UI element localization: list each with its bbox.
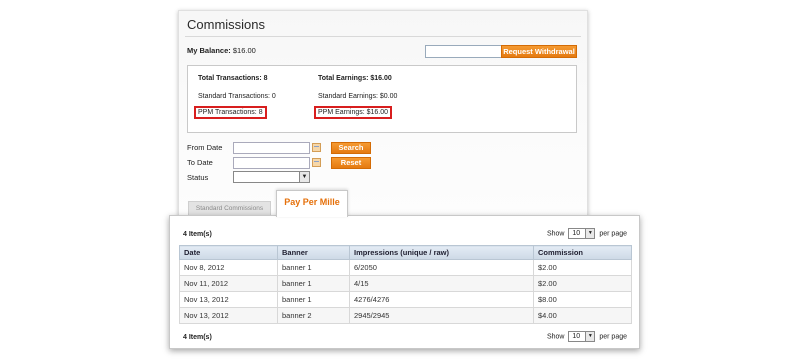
total-earnings: Total Earnings: $16.00 (318, 75, 392, 82)
total-transactions: Total Transactions: 8 (198, 75, 268, 82)
cell-banner: banner 2 (277, 307, 350, 324)
column-header-impressions[interactable]: Impressions (unique / raw) (349, 245, 534, 260)
cell-banner: banner 1 (277, 259, 350, 276)
commissions-table: Date Banner Impressions (unique / raw) C… (179, 245, 632, 324)
table-row: Nov 11, 2012 banner 1 4/15 $2.00 (179, 275, 632, 292)
status-select[interactable]: ▼ (233, 171, 310, 183)
request-withdrawal-button[interactable]: Request Withdrawal (501, 45, 577, 58)
balance-line: My Balance: $16.00 (187, 46, 256, 55)
per-page-select[interactable]: 10 ▼ (568, 331, 596, 342)
tab-standard-commissions[interactable]: Standard Commissions (188, 201, 271, 216)
per-page-label: per page (599, 333, 627, 341)
chevron-down-icon[interactable]: ▼ (585, 229, 595, 238)
ppm-grid-panel: 4 Item(s) Show 10 ▼ per page Date Banner… (169, 215, 640, 349)
to-date-label: To Date (187, 158, 213, 167)
reset-button[interactable]: Reset (331, 157, 371, 169)
commissions-panel: Commissions My Balance: $16.00 Request W… (178, 10, 588, 216)
cell-commission: $8.00 (533, 291, 632, 308)
item-count-top: 4 Item(s) (183, 231, 212, 238)
cell-impressions: 2945/2945 (349, 307, 534, 324)
table-header-row: Date Banner Impressions (unique / raw) C… (179, 245, 632, 260)
table-row: Nov 8, 2012 banner 1 6/2050 $2.00 (179, 259, 632, 276)
table-row: Nov 13, 2012 banner 2 2945/2945 $4.00 (179, 307, 632, 324)
show-label: Show (546, 333, 565, 341)
chevron-down-icon[interactable]: ▼ (585, 332, 595, 341)
cell-date: Nov 11, 2012 (179, 275, 278, 292)
cell-impressions: 4/15 (349, 275, 534, 292)
ppm-transactions: PPM Transactions: 8 (194, 106, 267, 119)
standard-transactions: Standard Transactions: 0 (198, 93, 276, 100)
tab-pay-per-mille[interactable]: Pay Per Mille (276, 190, 348, 217)
column-header-date[interactable]: Date (179, 245, 278, 260)
per-page-select[interactable]: 10 ▼ (568, 228, 596, 239)
column-header-commission[interactable]: Commission (533, 245, 632, 260)
cell-commission: $2.00 (533, 275, 632, 292)
search-button[interactable]: Search (331, 142, 371, 154)
from-date-input[interactable] (233, 142, 310, 154)
cell-commission: $2.00 (533, 259, 632, 276)
cell-impressions: 4276/4276 (349, 291, 534, 308)
cell-date: Nov 13, 2012 (179, 307, 278, 324)
calendar-icon[interactable] (312, 143, 321, 152)
status-label: Status (187, 173, 209, 182)
pager-bottom: Show 10 ▼ per page (547, 331, 627, 342)
balance-value: $16.00 (232, 46, 256, 55)
calendar-icon[interactable] (312, 158, 321, 167)
per-page-label: per page (599, 230, 627, 238)
to-date-input[interactable] (233, 157, 310, 169)
show-label: Show (546, 230, 565, 238)
cell-date: Nov 13, 2012 (179, 291, 278, 308)
standard-earnings: Standard Earnings: $0.00 (318, 93, 398, 100)
withdraw-amount-input[interactable] (425, 45, 503, 58)
title-divider (185, 36, 581, 37)
column-header-banner[interactable]: Banner (277, 245, 350, 260)
cell-impressions: 6/2050 (349, 259, 534, 276)
ppm-earnings: PPM Earnings: $16.00 (314, 106, 393, 119)
summary-box: Total Transactions: 8 Standard Transacti… (187, 65, 577, 133)
chevron-down-icon[interactable]: ▼ (299, 172, 309, 182)
cell-banner: banner 1 (277, 275, 350, 292)
cell-commission: $4.00 (533, 307, 632, 324)
page-title: Commissions (187, 17, 266, 32)
pager-top: Show 10 ▼ per page (547, 228, 627, 239)
balance-label: My Balance: (187, 46, 231, 55)
per-page-value: 10 (572, 230, 581, 237)
from-date-label: From Date (187, 143, 223, 152)
cell-date: Nov 8, 2012 (179, 259, 278, 276)
item-count-bottom: 4 Item(s) (183, 334, 212, 341)
cell-banner: banner 1 (277, 291, 350, 308)
per-page-value: 10 (572, 333, 581, 340)
table-row: Nov 13, 2012 banner 1 4276/4276 $8.00 (179, 291, 632, 308)
